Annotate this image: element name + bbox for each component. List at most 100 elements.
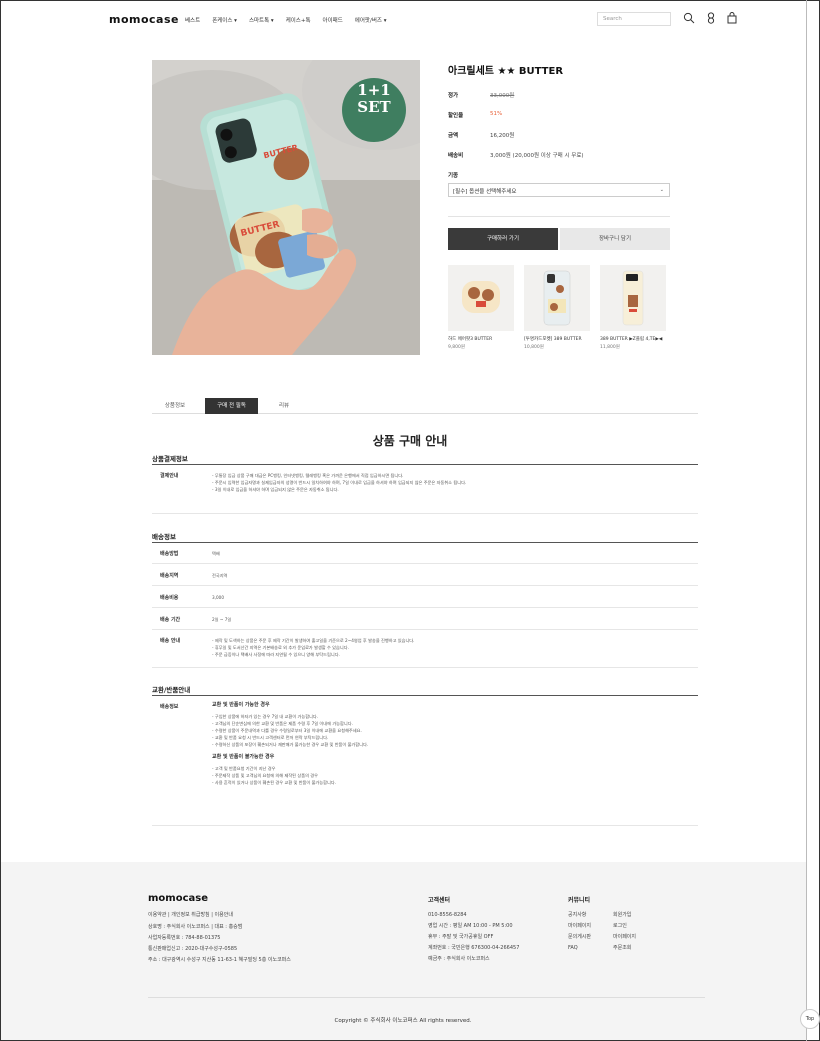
footer-link-faq[interactable]: FAQ	[568, 943, 591, 954]
tab-product-info[interactable]: 상품정보	[152, 398, 198, 414]
nav-smarttok[interactable]: 스마트톡 ▾	[249, 16, 274, 24]
text-line: - 교환 및 반품 요청 시 반드시 고객센터로 먼저 연락 부탁드립니다.	[212, 735, 329, 740]
footer-divider	[148, 997, 705, 998]
scroll-top-button[interactable]: Top	[800, 1009, 820, 1029]
related-item[interactable]: 389 BUTTER ▶Z플립 4,TE▶◀ 11,800원	[600, 265, 666, 350]
exchange-possible-heading: 교환 및 반품이 가능한 경우	[212, 702, 270, 708]
delivery-heading: 배송정보	[152, 533, 176, 541]
text-line: - 사용 흔적이 있거나 상품이 훼손된 경우 교환 및 반품이 불가능합니다.	[212, 780, 337, 785]
footer-link-qna[interactable]: 문의게시판	[568, 932, 591, 943]
spec-label: 배송비	[448, 153, 464, 159]
text-line: - 고객 및 반품요청 기간이 지난 경우	[212, 766, 276, 771]
delivery-notice-row: 배송 안내 - 제작 및 도색하는 상품은 주문 후 제작 기간이 발생하여 출…	[152, 630, 698, 668]
nav-airpods[interactable]: 에어팟/버즈 ▾	[355, 16, 387, 24]
discount-rate: 51%	[490, 111, 503, 117]
company-line: 상호명 : 주식회사 이노코퍼스 | 대표 : 홍승범	[148, 924, 243, 930]
related-item[interactable]: 하드 에어팟3 BUTTER 9,800원	[448, 265, 514, 350]
text-line: - 제작 및 도색하는 상품은 주문 후 제작 기간이 발생하여 출고일을 기준…	[212, 638, 415, 643]
text-line: - 수령한 상품이 주문내역과 다를 경우 수령일로부터 3일 이내에 교환을 …	[212, 728, 362, 733]
related-name: 389 BUTTER ▶Z플립 4,TE▶◀	[600, 337, 663, 342]
footer-link-join[interactable]: 회원가입	[613, 910, 636, 921]
related-thumb	[448, 265, 514, 331]
payment-text: - 무통장 입금 상품 구매 대금은 PC뱅킹, 인터넷뱅킹, 텔레뱅킹 혹은 …	[212, 472, 466, 493]
cs-heading: 고객센터	[428, 897, 451, 904]
footer-link-mypage-2[interactable]: 마이페이지	[613, 932, 636, 943]
tab-review[interactable]: 리뷰	[264, 398, 304, 414]
search-input[interactable]: Search	[597, 12, 671, 26]
option-selected-text: [필수] 옵션을 선택해주세요	[453, 189, 517, 195]
text-line: - 휴무일 및 도서산간 지역은 기본배송료 외 추가 운임료가 발생할 수 있…	[212, 645, 349, 650]
row-value: 2일 ~ 7일	[212, 617, 232, 622]
payment-heading: 상품결제정보	[152, 455, 188, 463]
row-label: 배송비용	[160, 595, 179, 601]
text-line: - 구입한 상품에 하자가 있는 경우 7일 내 교환이 가능합니다.	[212, 714, 319, 719]
copyright: Copyright © 주식회사 이노코퍼스 All rights reserv…	[334, 1018, 472, 1024]
nav-case-tok[interactable]: 케이스+톡	[286, 16, 311, 24]
spec-label: 정가	[448, 93, 459, 99]
clear-case-thumb	[543, 270, 571, 326]
cs-phone[interactable]: 010-8556-8284	[428, 910, 519, 921]
delivery-row: 배송 기간 2일 ~ 7일	[152, 608, 698, 630]
delivery-row: 배송방법 택배	[152, 542, 698, 564]
exchange-row: 배송정보 교환 및 반품이 가능한 경우 - 구입한 상품에 하자가 있는 경우…	[152, 695, 698, 826]
company-line: 통신판매업신고 : 2020-대구수성구-0585	[148, 946, 238, 952]
related-price: 11,800원	[600, 345, 620, 350]
exchange-text: 교환 및 반품이 가능한 경우 - 구입한 상품에 하자가 있는 경우 7일 내…	[212, 702, 368, 786]
spec-label: 할인율	[448, 113, 464, 119]
community-col-1: 공지사항 마이페이지 문의게시판 FAQ	[568, 910, 591, 954]
badge-line1: 1+1	[357, 81, 391, 99]
community-col-2: 회원가입 로그인 마이페이지 주문조회	[613, 910, 636, 954]
company-line: 사업자등록번호 : 784-88-01375	[148, 935, 221, 941]
community-heading: 커뮤니티	[568, 897, 591, 904]
divider	[448, 216, 670, 217]
badge-line2: SET	[357, 98, 391, 116]
nav-ipad[interactable]: 아이패드	[323, 16, 343, 24]
chevron-down-icon: ⌄	[659, 187, 664, 193]
footer-links[interactable]: 이용약관 | 개인정보 취급방침 | 이용안내	[148, 910, 233, 921]
add-to-cart-button[interactable]: 장바구니 담기	[560, 228, 670, 250]
list-price: 33,000원	[490, 93, 515, 99]
cs-line: 휴무 : 주말 및 국가공휴일 OFF	[428, 934, 494, 940]
related-price: 10,800원	[524, 345, 544, 350]
related-thumb	[600, 265, 666, 331]
footer-link-order-lookup[interactable]: 주문조회	[613, 943, 636, 954]
nav-best[interactable]: 베스트	[185, 16, 200, 24]
row-value: 3,000	[212, 595, 224, 600]
cs-line: 영업 시간 : 평일 AM 10:00 - PM 5:00	[428, 923, 513, 929]
row-value: 전국지역	[212, 573, 228, 578]
footer-link-login[interactable]: 로그인	[613, 921, 636, 932]
tab-must-read[interactable]: 구매 전 필독	[205, 398, 258, 414]
cs-info: 010-8556-8284 영업 시간 : 평일 AM 10:00 - PM 5…	[428, 910, 519, 965]
text-line: - 수령하신 상품의 포장이 훼손되거나 재판매가 불가능한 경우 교환 및 반…	[212, 742, 369, 747]
related-thumb	[524, 265, 590, 331]
sale-price: 16,200원	[490, 133, 515, 139]
text-line: - 고객님의 단순변심에 의한 교환 및 반품은 제품 수령 후 7일 이내에 …	[212, 721, 353, 726]
bag-icon[interactable]	[726, 12, 738, 24]
text-line: - 주문시 입력한 입금자명과 실제입금자의 성명이 반드시 일치하여야 하며,…	[212, 480, 467, 485]
product-tabs: 상품정보 구매 전 필독 리뷰	[152, 398, 698, 414]
delivery-row: 배송지역 전국지역	[152, 564, 698, 586]
spec-label: 금액	[448, 133, 459, 139]
text-line: - 3일 이내로 입금을 하셔야 하며 입금되지 않은 주문은 자동취소 됩니다…	[212, 487, 339, 492]
site-logo[interactable]: momocase	[109, 13, 179, 26]
delivery-row: 배송비용 3,000	[152, 586, 698, 608]
site-header: momocase 베스트 폰케이스 ▾ 스마트톡 ▾ 케이스+톡 아이패드 에어…	[0, 0, 806, 36]
scroll-edge	[806, 0, 807, 1041]
related-name: [투명카드포켓] 389 BUTTER	[524, 337, 582, 342]
related-price: 9,800원	[448, 345, 466, 350]
user-icon[interactable]	[705, 12, 717, 24]
footer-link-notice[interactable]: 공지사항	[568, 910, 591, 921]
buy-button[interactable]: 구매하러 가기	[448, 228, 558, 250]
row-label: 배송 기간	[160, 617, 181, 623]
guide-title: 상품 구매 안내	[372, 434, 448, 448]
related-item[interactable]: [투명카드포켓] 389 BUTTER 10,800원	[524, 265, 590, 350]
related-name: 하드 에어팟3 BUTTER	[448, 337, 493, 342]
footer-link-mypage[interactable]: 마이페이지	[568, 921, 591, 932]
search-icon[interactable]	[683, 12, 695, 24]
section-divider	[152, 464, 698, 465]
nav-phonecase[interactable]: 폰케이스 ▾	[212, 16, 237, 24]
footer-logo[interactable]: momocase	[148, 893, 208, 904]
product-image: BUTTER BUTTER 1+1 SET	[152, 60, 420, 355]
company-line: 주소 : 대구광역시 수성구 지산동 11-63-1 혜구빌딩 5층 이노코퍼스	[148, 957, 291, 963]
option-select[interactable]: [필수] 옵션을 선택해주세요 ⌄	[448, 183, 670, 197]
